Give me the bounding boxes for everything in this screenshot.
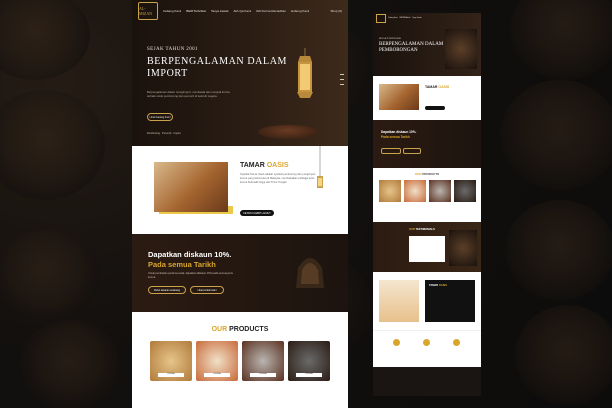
promo-button-2[interactable]: Lihat produk kami [190,286,224,294]
product-label: KURMA [250,373,276,377]
cart-link[interactable]: Shop (0) [330,9,342,13]
m2-nav-item[interactable]: Tanya Jawab [412,18,421,19]
m2-product-card[interactable] [404,180,426,202]
m2-logo[interactable] [376,13,386,23]
dates-photo [154,162,228,212]
m2-nav: Cabang Kami BERITA/Artikel Tanya Jawab [373,13,481,23]
promo-accent: Pada semua Tarikh [148,260,216,269]
lamp-icon [296,258,324,288]
m2-product-card[interactable] [454,180,476,202]
m2-testimonial-card [409,236,445,262]
hero-since: SEJAK TAHUN 2001 [147,47,198,52]
hero-section: AL-MIZAN Cabang Kami BERITA/Artikel Tany… [132,0,348,146]
nav-item-berita[interactable]: BERITA/Artikel [186,9,206,13]
dates-plate [258,125,318,139]
m2-promo-headline: Dapatkan diskaun 10%. [381,130,417,134]
m2-promo-accent: Pada semua Tarikh [381,135,410,139]
nav-item-akh[interactable]: Akh Qa Kami [233,9,251,13]
promo-section: Dapatkan diskaun 10%. Pada semua Tarikh … [132,234,348,312]
m2-testimonials-title: OUR TESTIMONIALS [409,228,435,231]
top-nav: AL-MIZAN Cabang Kami BERITA/Artikel Tany… [132,0,348,22]
hero-body: Berpengalaman dalam mengimport, membekal… [147,90,230,98]
m2-features [373,330,481,367]
product-card[interactable]: KURMA [150,341,192,381]
lantern-icon [297,48,313,98]
m2-about-illustration [379,280,419,322]
nav-item-gift[interactable]: Gift Kurma Ramadhan [256,9,286,13]
hanging-lamp-icon [317,146,323,188]
m2-product-card[interactable] [379,180,401,202]
products-row: KURMA KURMA KURMA KURMA [150,341,330,381]
m2-testimonials: OUR TESTIMONIALS [373,222,481,272]
products-title: OUR PRODUCTS [211,326,269,333]
promo-body: Untuk pembelian pertama anda, dapatkan d… [148,272,233,279]
fullpage-mockup: Cabang Kami BERITA/Artikel Tanya Jawab S… [373,13,481,396]
m2-tamar-button[interactable] [425,106,445,110]
product-card[interactable]: KURMA [288,341,330,381]
product-label: KURMA [204,373,230,377]
feature-icon [393,339,400,346]
promo-button-1[interactable]: Rebut tawaran sekarang [148,286,186,294]
tamar-body: Syarikat Tamar Oasis adalah syarikat pem… [240,173,316,184]
m2-since: SEJAK TAHUN 2001 [379,37,402,40]
nav-item-tanya[interactable]: Tanya Jawab [211,9,229,13]
promo-headline: Dapatkan diskaun 10%. [148,250,232,259]
feature-icon [453,339,460,346]
feature-icon [423,339,430,346]
brand-logo[interactable]: AL-MIZAN [138,2,158,20]
m2-promo-button[interactable] [403,148,421,154]
m2-nav-item[interactable]: BERITA/Artikel [400,18,411,19]
tamar-title: TAMAR OASIS [240,162,289,169]
m2-tamar: TAMAR OASIS [373,76,481,120]
products-section: OUR PRODUCTS KURMA KURMA KURMA KURMA [132,312,348,408]
m2-tamar-title: TAMAR OASIS [425,85,450,89]
m2-products: OUR PRODUCTS [373,168,481,222]
m2-product-card[interactable] [429,180,451,202]
m2-headline: BERPENGALAMAN DALAM PEMBORONGAN [379,42,444,53]
tamar-oasis-section: TAMAR OASIS Syarikat Tamar Oasis adalah … [132,146,348,234]
m2-about: TAMAR OASIS [373,272,481,330]
m2-about-title: TAMAR OASIS [429,284,447,287]
product-card[interactable]: KURMA [196,341,238,381]
hero-headline: BERPENGALAMAN DALAM IMPORT [147,56,288,79]
m2-promo-button[interactable] [381,148,401,154]
m2-tamar-image [379,84,419,110]
m2-footer [373,367,481,396]
m2-hero: Cabang Kami BERITA/Artikel Tanya Jawab S… [373,13,481,76]
product-label: KURMA [296,373,322,377]
slider-dots[interactable] [340,74,344,85]
m2-promo: Dapatkan diskaun 10%. Pada semua Tarikh [373,120,481,168]
product-card[interactable]: KURMA [242,341,284,381]
m2-nav-item[interactable]: Cabang Kami [388,18,398,19]
product-label: KURMA [158,373,184,377]
m2-hero-image [445,29,477,69]
nav-item-hubung[interactable]: Hubung Kami [291,9,309,13]
desktop-mockup: AL-MIZAN Cabang Kami BERITA/Artikel Tany… [132,0,348,408]
m2-testimonial-image [449,230,477,266]
hero-footer: Pemborong · Peruncit · Import [147,132,181,135]
m2-products-title: OUR PRODUCTS [414,172,440,176]
hero-button[interactable]: Lihat Katalog Kami [147,113,173,121]
tamar-button[interactable]: KETAHUI LEBIH LANJUT [240,210,274,216]
nav-item-cabang[interactable]: Cabang Kami [163,9,181,13]
